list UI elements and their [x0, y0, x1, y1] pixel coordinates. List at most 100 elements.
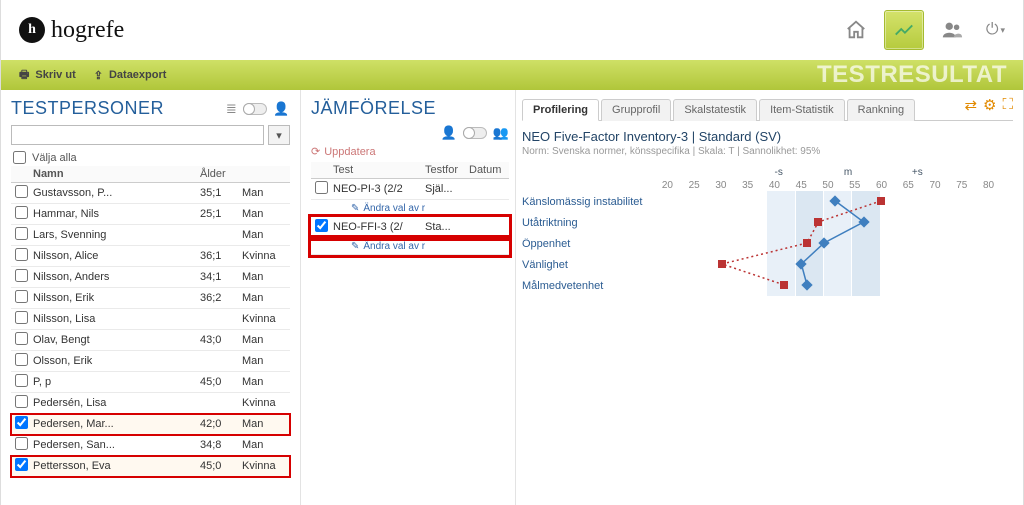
export-action[interactable]: ⇪ Dataexport — [94, 69, 167, 82]
table-row[interactable]: Pedersén, Lisa Kvinna — [11, 393, 290, 414]
test-row[interactable]: NEO-PI-3 (2/2 Själ... — [311, 179, 509, 200]
tick: 20 — [654, 180, 681, 191]
power-menu[interactable]: ⏻ ▾ — [980, 21, 1005, 39]
group-user-icon[interactable]: 👥 — [493, 125, 509, 141]
person-age — [196, 351, 238, 372]
person-age: 35;1 — [196, 183, 238, 204]
single-user-icon[interactable]: 👤 — [441, 125, 457, 141]
table-row[interactable]: Pedersen, Mar... 42;0 Man — [11, 414, 290, 435]
filter-button[interactable]: ▾ — [268, 125, 290, 145]
row-checkbox[interactable] — [15, 437, 28, 450]
select-all-label: Välja alla — [32, 152, 77, 164]
edit-norm-link[interactable]: ✎Ändra val av r — [333, 241, 425, 252]
row-checkbox[interactable] — [15, 248, 28, 261]
table-row[interactable]: Lars, Svenning Man — [11, 225, 290, 246]
table-row[interactable]: Pettersson, Eva 45;0 Kvinna — [11, 456, 290, 477]
table-row[interactable]: Nilsson, Erik 36;2 Man — [11, 288, 290, 309]
person-name: Olsson, Erik — [29, 351, 196, 372]
row-checkbox[interactable] — [15, 269, 28, 282]
home-icon[interactable] — [836, 10, 876, 50]
compare-toggle[interactable] — [463, 127, 487, 139]
tick: 40 — [761, 180, 788, 191]
test-row[interactable]: NEO-FFI-3 (2/ Sta... — [311, 217, 509, 238]
tab-rankning[interactable]: Rankning — [847, 99, 915, 121]
export-label: Dataexport — [109, 69, 166, 81]
tab-item-statistik[interactable]: Item-Statistik — [759, 99, 845, 121]
row-checkbox[interactable] — [15, 311, 28, 324]
row-checkbox[interactable] — [15, 290, 28, 303]
brand-name: hogrefe — [51, 17, 124, 44]
row-checkbox[interactable] — [15, 353, 28, 366]
person-gender: Man — [238, 204, 290, 225]
col-name[interactable]: Namn — [29, 166, 196, 183]
col-testform[interactable]: Testfor — [421, 162, 465, 179]
table-row[interactable]: Hammar, Nils 25;1 Man — [11, 204, 290, 225]
results-icon[interactable] — [884, 10, 924, 50]
col-age[interactable]: Ålder — [196, 166, 238, 183]
test-checkbox[interactable] — [315, 181, 328, 194]
person-gender: Man — [238, 267, 290, 288]
test-checkbox[interactable] — [315, 219, 328, 232]
row-checkbox[interactable] — [15, 416, 28, 429]
col-test[interactable]: Test — [329, 162, 421, 179]
profile-chart: -sm+s 20253035404550556065707580 Känslom… — [522, 167, 1002, 296]
row-checkbox[interactable] — [15, 458, 28, 471]
tick: 35 — [734, 180, 761, 191]
table-row[interactable]: Olav, Bengt 43;0 Man — [11, 330, 290, 351]
person-age: 25;1 — [196, 204, 238, 225]
users-icon[interactable] — [932, 10, 972, 50]
person-age: 43;0 — [196, 330, 238, 351]
person-name: P, p — [29, 372, 196, 393]
refresh-action[interactable]: ⟳ Uppdatera — [311, 145, 376, 158]
persons-toggle[interactable] — [243, 103, 267, 115]
table-row[interactable]: Gustavsson, P... 35;1 Man — [11, 183, 290, 204]
table-row[interactable]: Nilsson, Anders 34;1 Man — [11, 267, 290, 288]
person-gender: Kvinna — [238, 456, 290, 477]
person-name: Nilsson, Alice — [29, 246, 196, 267]
person-name: Nilsson, Anders — [29, 267, 196, 288]
print-action[interactable]: 🖶 Skriv ut — [19, 66, 76, 85]
person-gender: Man — [238, 372, 290, 393]
person-gender: Man — [238, 225, 290, 246]
row-checkbox[interactable] — [15, 185, 28, 198]
person-name: Hammar, Nils — [29, 204, 196, 225]
row-checkbox[interactable] — [15, 374, 28, 387]
row-checkbox[interactable] — [15, 206, 28, 219]
person-gender: Man — [238, 435, 290, 456]
person-name: Pedersen, San... — [29, 435, 196, 456]
table-row[interactable]: P, p 45;0 Man — [11, 372, 290, 393]
table-row[interactable]: Nilsson, Alice 36;1 Kvinna — [11, 246, 290, 267]
person-gender: Man — [238, 183, 290, 204]
tick: 60 — [868, 180, 895, 191]
page-title: TESTRESULTAT — [817, 61, 1007, 89]
tick: 70 — [922, 180, 949, 191]
person-gender: Man — [238, 414, 290, 435]
list-view-icon[interactable]: ≣ — [226, 101, 237, 117]
row-checkbox[interactable] — [15, 227, 28, 240]
person-age: 36;2 — [196, 288, 238, 309]
search-input[interactable] — [11, 125, 264, 145]
chart-title: NEO Five-Factor Inventory-3 | Standard (… — [522, 129, 1013, 144]
test-form: Sta... — [421, 217, 465, 238]
edit-norm-link[interactable]: ✎Ändra val av r — [333, 203, 425, 214]
select-all[interactable]: Välja alla — [13, 151, 290, 164]
print-label: Skriv ut — [35, 69, 75, 81]
print-icon: 🖶 — [19, 66, 29, 85]
tab-profilering[interactable]: Profilering — [522, 99, 599, 121]
person-age — [196, 309, 238, 330]
person-name: Pettersson, Eva — [29, 456, 196, 477]
data-point — [718, 260, 726, 268]
col-gender[interactable] — [238, 166, 290, 183]
tab-skalstatestik[interactable]: Skalstatestik — [673, 99, 757, 121]
col-date[interactable]: Datum — [465, 162, 509, 179]
chart-subtitle: Norm: Svenska normer, könsspecifika | Sk… — [522, 146, 1013, 157]
person-name: Pedersén, Lisa — [29, 393, 196, 414]
table-row[interactable]: Olsson, Erik Man — [11, 351, 290, 372]
select-all-checkbox[interactable] — [13, 151, 26, 164]
table-row[interactable]: Pedersen, San... 34;8 Man — [11, 435, 290, 456]
person-name: Gustavsson, P... — [29, 183, 196, 204]
table-row[interactable]: Nilsson, Lisa Kvinna — [11, 309, 290, 330]
row-checkbox[interactable] — [15, 395, 28, 408]
row-checkbox[interactable] — [15, 332, 28, 345]
tab-grupprofil[interactable]: Grupprofil — [601, 99, 671, 121]
